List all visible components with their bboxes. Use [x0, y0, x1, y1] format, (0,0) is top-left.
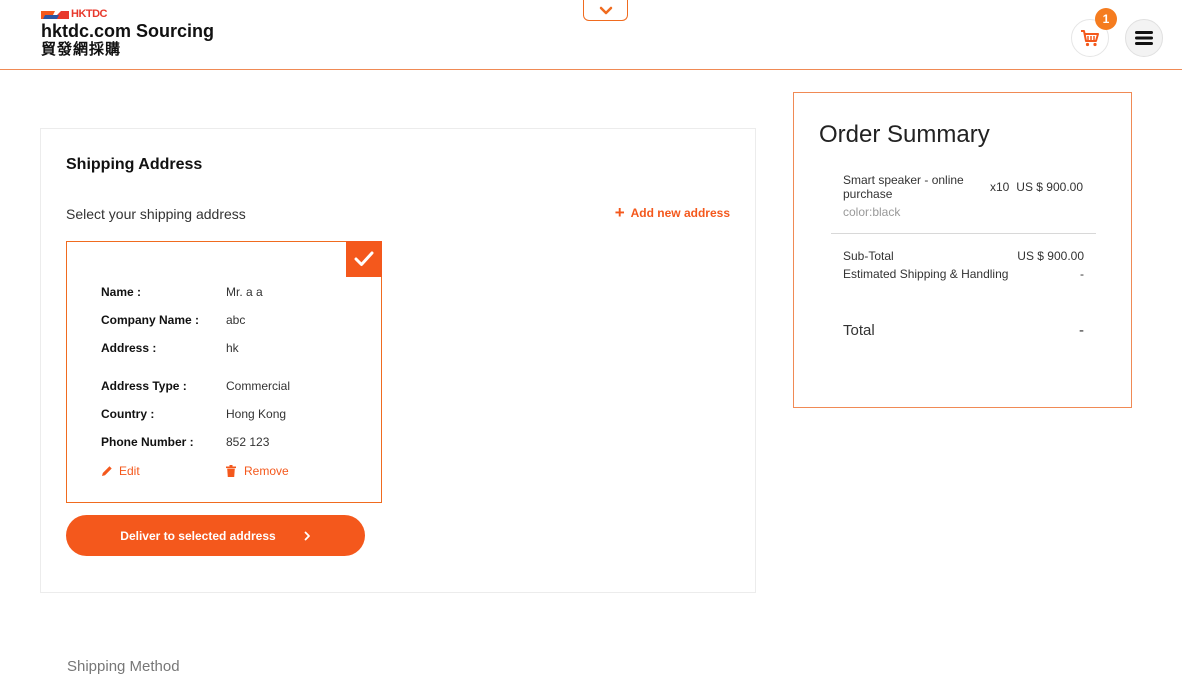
select-address-label: Select your shipping address — [66, 206, 246, 222]
edit-address-link[interactable]: Edit — [101, 464, 226, 478]
cart-count-badge: 1 — [1095, 8, 1117, 30]
edit-label: Edit — [119, 464, 140, 478]
site-name: hktdc.com Sourcing — [41, 21, 215, 41]
order-summary-title: Order Summary — [819, 121, 990, 148]
address-row-country: Country : Hong Kong — [101, 407, 286, 421]
hamburger-menu-icon — [1135, 31, 1153, 45]
country-value: Hong Kong — [226, 407, 287, 421]
subtotal-row: Sub-Total US $ 900.00 — [843, 249, 1084, 263]
phone-value: 852 123 — [226, 435, 270, 449]
address-type-label: Address Type : — [101, 379, 187, 393]
order-summary-panel: Order Summary Smart speaker - online pur… — [793, 92, 1132, 408]
shopping-cart-icon — [1081, 30, 1099, 47]
remove-address-link[interactable]: Remove — [226, 464, 289, 478]
remove-label: Remove — [244, 464, 289, 478]
total-label: Total — [843, 322, 875, 339]
collapse-toggle-button[interactable] — [583, 0, 628, 21]
address-row-type: Address Type : Commercial — [101, 379, 290, 393]
add-new-address-link[interactable]: + Add new address — [614, 203, 730, 222]
name-value: Mr. a a — [226, 285, 263, 299]
address-row-phone: Phone Number : 852 123 — [101, 435, 269, 449]
hktdc-logo-mark-icon — [41, 11, 69, 19]
deliver-button-label: Deliver to selected address — [120, 528, 276, 543]
item-color: color:black — [843, 205, 901, 219]
country-label: Country : — [101, 407, 155, 421]
deliver-to-selected-address-button[interactable]: Deliver to selected address — [66, 515, 365, 556]
logo-abbrev: HKTDC — [71, 8, 108, 20]
total-value: - — [1079, 322, 1084, 339]
summary-divider — [831, 233, 1096, 234]
checkmark-icon — [354, 251, 374, 266]
order-item: Smart speaker - online purchase color:bl… — [843, 173, 1098, 219]
menu-button[interactable] — [1125, 19, 1163, 57]
logo-top-row: HKTDC — [41, 8, 214, 20]
address-actions: Edit Remove — [101, 464, 289, 478]
address-value: hk — [226, 341, 239, 355]
shipping-address-panel: Shipping Address Select your shipping ad… — [40, 128, 756, 593]
trash-icon — [226, 465, 236, 477]
item-quantity: x10 — [990, 180, 1010, 194]
shipping-method-heading[interactable]: Shipping Method — [67, 658, 180, 675]
plus-icon: + — [614, 203, 625, 222]
chevron-right-icon — [304, 531, 310, 540]
add-new-address-label: Add new address — [630, 206, 730, 220]
shipping-handling-row: Estimated Shipping & Handling - — [843, 267, 1084, 281]
address-label: Address : — [101, 341, 157, 355]
selected-checkmark — [346, 241, 382, 277]
subtotal-label: Sub-Total — [843, 249, 894, 263]
site-name-cn: 貿發網採購 — [41, 41, 122, 58]
company-label: Company Name : — [101, 313, 200, 327]
chevron-down-icon — [599, 6, 612, 14]
name-label: Name : — [101, 285, 142, 299]
shipping-address-title: Shipping Address — [66, 156, 203, 173]
total-row: Total - — [843, 322, 1084, 339]
site-header: HKTDC hktdc.com Sourcing 貿發網採購 1 — [0, 0, 1182, 70]
company-value: abc — [226, 313, 246, 327]
subtotal-value: US $ 900.00 — [1017, 249, 1084, 263]
address-card-selected[interactable]: Name : Mr. a a Company Name : abc Addres… — [66, 241, 382, 503]
shipping-handling-value: - — [1080, 267, 1084, 281]
item-price: US $ 900.00 — [1016, 180, 1083, 194]
address-row-name: Name : Mr. a a — [101, 285, 263, 299]
address-type-value: Commercial — [226, 379, 291, 393]
address-row-address: Address : hk — [101, 341, 239, 355]
item-name: Smart speaker - online purchase — [843, 173, 964, 201]
hktdc-logo[interactable]: HKTDC hktdc.com Sourcing 貿發網採購 — [41, 8, 214, 58]
address-row-company: Company Name : abc — [101, 313, 245, 327]
shipping-handling-label: Estimated Shipping & Handling — [843, 267, 1009, 281]
phone-label: Phone Number : — [101, 435, 194, 449]
pencil-icon — [102, 466, 112, 476]
